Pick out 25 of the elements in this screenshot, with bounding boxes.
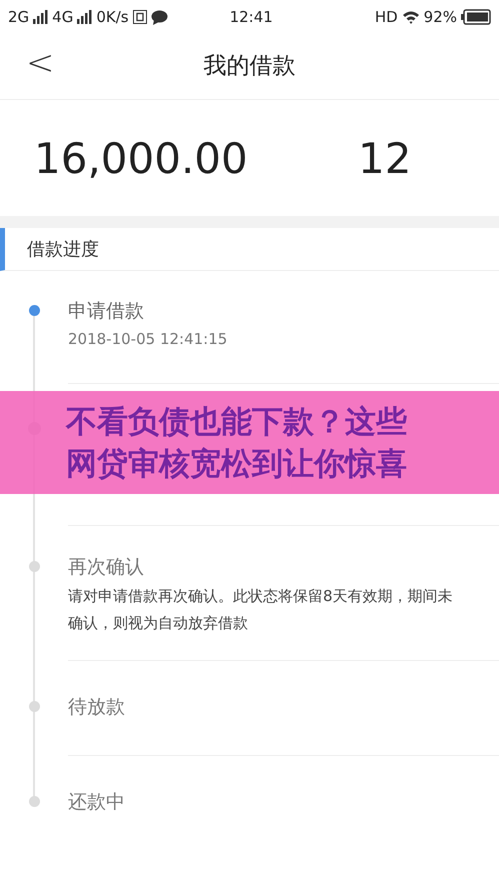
step-title: 还款中 — [68, 790, 126, 815]
chat-icon — [150, 10, 168, 24]
step-title: 待放款 — [68, 695, 126, 720]
loan-periods: 12 — [358, 132, 412, 184]
wifi-icon — [402, 10, 420, 24]
step-date: 2018-10-05 12:41:15 — [68, 329, 228, 350]
section-title: 借款进度 — [27, 238, 99, 262]
status-text: HD — [374, 6, 398, 28]
signal-icon — [77, 10, 92, 24]
step-description: 请对申请借款再次确认。此状态将保留8天有效期，期间未确认，则视为自动放弃借款 — [68, 586, 454, 634]
step-title: 再次确认 — [68, 555, 145, 580]
headline-text: 不看负债也能下款？这些 — [66, 403, 408, 442]
status-text: 0K/s — [96, 6, 129, 28]
battery-icon — [461, 9, 491, 25]
status-text: 2G — [8, 6, 30, 28]
battery-text: 92% — [424, 6, 457, 28]
headline-text: 网贷审核宽松到让你惊喜 — [66, 445, 408, 484]
app-icon — [132, 10, 147, 24]
status-time: 12:41 — [230, 8, 273, 26]
step-title: 申请借款 — [68, 299, 145, 324]
status-text: 4G — [52, 6, 74, 28]
signal-icon — [33, 10, 48, 24]
page-title: 我的借款 — [204, 52, 296, 82]
back-button[interactable]: < — [22, 46, 58, 80]
loan-amount: 16,000.00 — [34, 134, 248, 182]
